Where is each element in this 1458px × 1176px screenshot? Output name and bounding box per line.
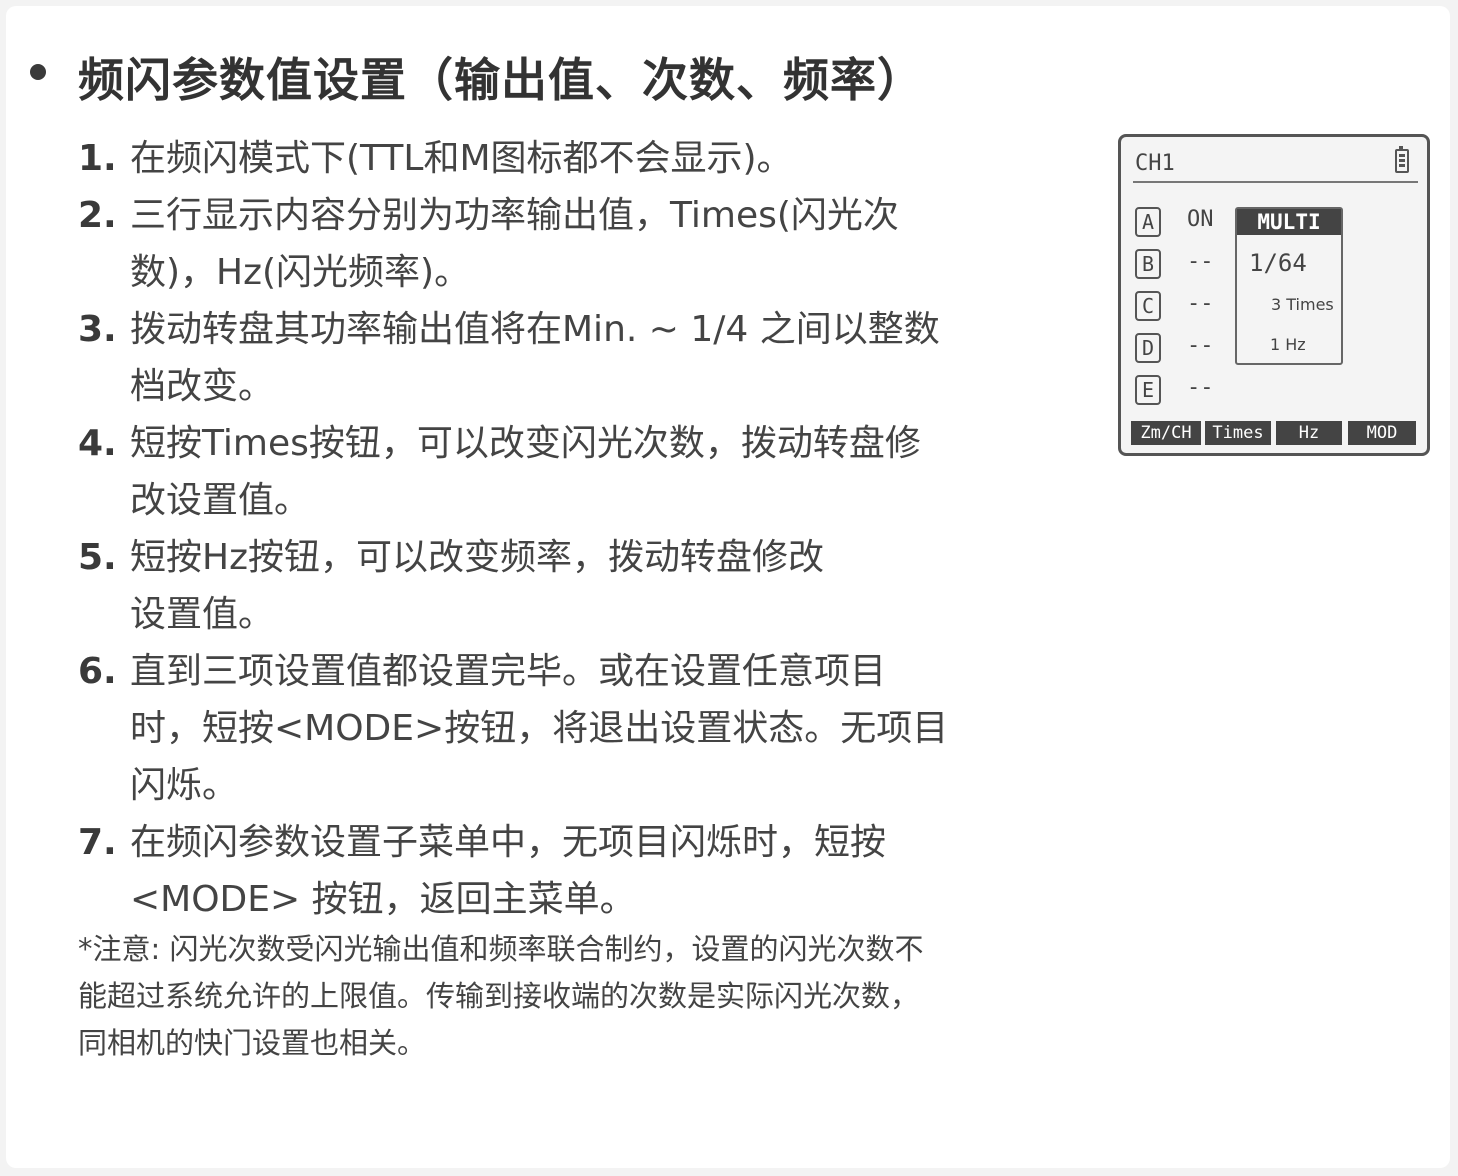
step-line: 数)，Hz(闪光频率)。 [130, 252, 471, 293]
step-line: 时，短按<MODE>按钮，将退出设置状态。无项目 [130, 708, 949, 749]
group-label-c: C [1135, 291, 1161, 321]
step-line: 在频闪模式下(TTL和M图标都不会显示)。 [130, 138, 793, 179]
battery-icon [1395, 146, 1409, 173]
step-number: 5. [78, 537, 117, 578]
step-line: 短按Times按钮，可以改变闪光次数，拨动转盘修 [130, 423, 921, 464]
step-line: 短按Hz按钮，可以改变频率，拨动转盘修改 [130, 537, 824, 578]
step-number: 3. [78, 309, 117, 350]
mode-title: MULTI [1237, 209, 1341, 235]
step-number: 1. [78, 138, 117, 179]
step-item-1: 1. 在频闪模式下(TTL和M图标都不会显示)。 [78, 130, 978, 187]
step-number: 7. [78, 822, 117, 863]
step-line: 改设置值。 [130, 480, 311, 521]
channel-label: CH1 [1135, 151, 1175, 176]
hz-value: 1 Hz [1270, 335, 1306, 354]
softkey-times[interactable]: Times [1205, 421, 1271, 445]
group-value-e: -- [1187, 375, 1214, 400]
note-line: *注意: 闪光次数受闪光输出值和频率联合制约，设置的闪光次数不 [78, 932, 924, 966]
step-number: 6. [78, 651, 117, 692]
softkey-hz[interactable]: Hz [1276, 421, 1342, 445]
step-line: 拨动转盘其功率输出值将在Min. ~ 1/4 之间以整数 [130, 309, 940, 350]
step-item-6: 6. 直到三项设置值都设置完毕。或在设置任意项目 时，短按<MODE>按钮，将退… [78, 643, 978, 814]
lcd-display: CH1 A ON B -- C -- D -- E -- MULTI 1/64 … [1118, 134, 1430, 456]
note-line: 同相机的快门设置也相关。 [78, 1026, 427, 1060]
group-label-a: A [1135, 207, 1161, 237]
section-heading: 频闪参数值设置（输出值、次数、频率） [78, 53, 924, 107]
step-item-3: 3. 拨动转盘其功率输出值将在Min. ~ 1/4 之间以整数 档改变。 [78, 301, 978, 415]
group-label-b: B [1135, 249, 1161, 279]
step-line: 闪烁。 [130, 765, 239, 806]
step-item-4: 4. 短按Times按钮，可以改变闪光次数，拨动转盘修 改设置值。 [78, 415, 978, 529]
divider [1133, 181, 1418, 183]
group-value-c: -- [1187, 291, 1214, 316]
softkey-mod[interactable]: MOD [1348, 421, 1416, 445]
group-value-d: -- [1187, 333, 1214, 358]
step-item-7: 7. 在频闪参数设置子菜单中，无项目闪烁时，短按 <MODE> 按钮，返回主菜单… [78, 814, 978, 928]
step-line: 档改变。 [130, 366, 275, 407]
steps-list: 1. 在频闪模式下(TTL和M图标都不会显示)。 2. 三行显示内容分别为功率输… [78, 130, 978, 928]
note-line: 能超过系统允许的上限值。传输到接收端的次数是实际闪光次数， [78, 979, 920, 1013]
times-value: 3 Times [1271, 295, 1334, 314]
note-text: *注意: 闪光次数受闪光输出值和频率联合制约，设置的闪光次数不 能超过系统允许的… [78, 926, 978, 1067]
step-line: 三行显示内容分别为功率输出值，Times(闪光次 [130, 195, 899, 236]
group-value-a: ON [1187, 207, 1214, 232]
step-line: 在频闪参数设置子菜单中，无项目闪烁时，短按 [130, 822, 887, 863]
step-line: 直到三项设置值都设置完毕。或在设置任意项目 [130, 651, 887, 692]
group-label-e: E [1135, 375, 1161, 405]
step-item-5: 5. 短按Hz按钮，可以改变频率，拨动转盘修改 设置值。 [78, 529, 978, 643]
group-value-b: -- [1187, 249, 1214, 274]
step-number: 2. [78, 195, 117, 236]
softkey-zm-ch[interactable]: Zm/CH [1131, 421, 1201, 445]
mode-panel: MULTI 1/64 3 Times 1 Hz [1235, 207, 1343, 365]
bullet-dot [30, 64, 46, 80]
step-line: 设置值。 [130, 594, 275, 635]
power-value: 1/64 [1249, 249, 1307, 277]
step-line: <MODE> 按钮，返回主菜单。 [130, 879, 636, 920]
group-label-d: D [1135, 333, 1161, 363]
step-item-2: 2. 三行显示内容分别为功率输出值，Times(闪光次 数)，Hz(闪光频率)。 [78, 187, 978, 301]
step-number: 4. [78, 423, 117, 464]
